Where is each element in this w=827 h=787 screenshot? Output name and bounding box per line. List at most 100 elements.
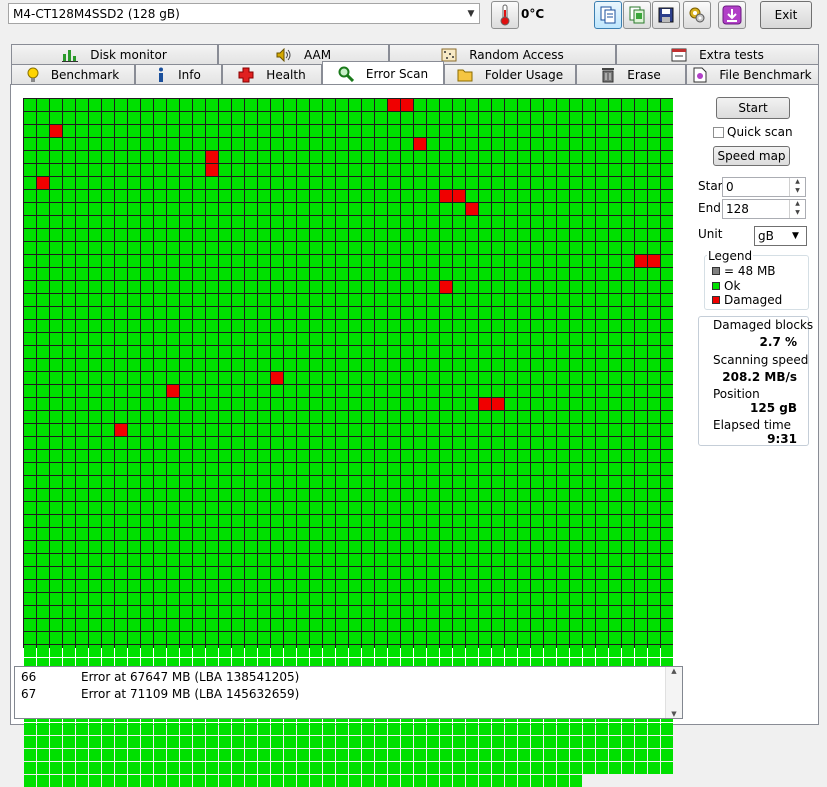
- ok-block: [401, 580, 413, 592]
- ok-block: [258, 203, 270, 215]
- ok-block: [284, 775, 296, 787]
- tab-error-scan[interactable]: Error Scan: [322, 61, 444, 85]
- spin-up-icon[interactable]: ▲: [790, 200, 805, 209]
- ok-block: [154, 775, 166, 787]
- ok-block: [258, 242, 270, 254]
- ok-block: [336, 268, 348, 280]
- ok-block: [271, 281, 283, 293]
- ok-block: [557, 177, 569, 189]
- tab-disk-monitor[interactable]: Disk monitor: [11, 44, 218, 64]
- ok-block: [193, 398, 205, 410]
- ok-block: [401, 294, 413, 306]
- log-row[interactable]: 66 Error at 67647 MB (LBA 138541205): [21, 670, 299, 686]
- ok-block: [323, 307, 335, 319]
- start-scan-button[interactable]: Start: [716, 97, 790, 119]
- ok-block: [310, 567, 322, 579]
- end-spinner[interactable]: ▲ ▼: [789, 200, 805, 218]
- ok-block: [648, 554, 660, 566]
- ok-block: [401, 359, 413, 371]
- ok-block: [128, 346, 140, 358]
- ok-block: [362, 749, 374, 761]
- chevron-down-icon[interactable]: ▼: [792, 231, 806, 241]
- download-button[interactable]: [718, 1, 746, 29]
- ok-block: [297, 307, 309, 319]
- spin-up-icon[interactable]: ▲: [790, 178, 805, 187]
- drive-select[interactable]: M4-CT128M4SSD2 (128 gB) ▼: [8, 3, 480, 24]
- speed-map-button[interactable]: Speed map: [713, 146, 790, 166]
- ok-block: [128, 528, 140, 540]
- quick-scan-checkbox[interactable]: Quick scan: [713, 125, 793, 139]
- tab-folder-usage[interactable]: Folder Usage: [444, 64, 576, 84]
- ok-block: [388, 489, 400, 501]
- end-field[interactable]: 128 ▲ ▼: [722, 199, 806, 219]
- ok-block: [518, 151, 530, 163]
- ok-block: [154, 450, 166, 462]
- ok-block: [635, 112, 647, 124]
- ok-block: [505, 138, 517, 150]
- ok-block: [102, 762, 114, 774]
- options-button[interactable]: [683, 1, 711, 29]
- scroll-up-icon[interactable]: ▲: [666, 667, 682, 675]
- ok-block: [76, 476, 88, 488]
- ok-block: [310, 294, 322, 306]
- ok-block: [128, 125, 140, 137]
- ok-block: [258, 424, 270, 436]
- ok-block: [375, 411, 387, 423]
- ok-block: [167, 554, 179, 566]
- ok-block: [89, 320, 101, 332]
- tab-file-benchmark[interactable]: File Benchmark: [686, 64, 819, 84]
- tab-health[interactable]: Health: [222, 64, 322, 84]
- end-field-value: 128: [726, 202, 749, 216]
- ok-block: [271, 489, 283, 501]
- unit-select[interactable]: gB ▼: [754, 226, 807, 246]
- ok-block: [89, 229, 101, 241]
- ok-block: [622, 580, 634, 592]
- ok-block: [661, 749, 673, 761]
- ok-block: [427, 242, 439, 254]
- ok-block: [401, 450, 413, 462]
- ok-block: [453, 554, 465, 566]
- spin-down-icon[interactable]: ▼: [790, 209, 805, 218]
- log-row[interactable]: 67 Error at 71109 MB (LBA 145632659): [21, 687, 299, 703]
- start-field[interactable]: 0 ▲ ▼: [722, 177, 806, 197]
- copy-image-button[interactable]: [623, 1, 651, 29]
- start-spinner[interactable]: ▲ ▼: [789, 178, 805, 196]
- log-scrollbar[interactable]: ▲ ▼: [665, 667, 682, 718]
- ok-block: [427, 736, 439, 748]
- ok-block: [609, 281, 621, 293]
- ok-block: [167, 580, 179, 592]
- ok-block: [76, 307, 88, 319]
- tab-erase[interactable]: Erase: [576, 64, 686, 84]
- ok-block: [271, 645, 283, 657]
- ok-block: [635, 489, 647, 501]
- ok-block: [362, 554, 374, 566]
- error-log-list[interactable]: 66 Error at 67647 MB (LBA 138541205) 67 …: [14, 666, 683, 719]
- ok-block: [297, 190, 309, 202]
- spin-down-icon[interactable]: ▼: [790, 187, 805, 196]
- save-button[interactable]: [652, 1, 680, 29]
- ok-block: [544, 775, 556, 787]
- ok-block: [596, 307, 608, 319]
- ok-block: [570, 775, 582, 787]
- tab-benchmark[interactable]: Benchmark: [11, 64, 135, 84]
- ok-block: [154, 268, 166, 280]
- ok-block: [518, 268, 530, 280]
- checkbox-box[interactable]: [713, 126, 724, 138]
- ok-block: [557, 333, 569, 345]
- ok-block: [479, 333, 491, 345]
- scroll-down-icon[interactable]: ▼: [666, 710, 682, 718]
- exit-button[interactable]: Exit: [760, 1, 812, 29]
- ok-block: [271, 203, 283, 215]
- temperature-button[interactable]: [491, 1, 519, 29]
- ok-block: [206, 255, 218, 267]
- copy-text-button[interactable]: [594, 1, 622, 29]
- ok-block: [401, 229, 413, 241]
- ok-block: [453, 463, 465, 475]
- ok-block: [453, 580, 465, 592]
- ok-block: [544, 242, 556, 254]
- chevron-down-icon[interactable]: ▼: [463, 9, 479, 19]
- ok-block: [531, 632, 543, 644]
- tab-info[interactable]: Info: [135, 64, 222, 84]
- ok-block: [115, 567, 127, 579]
- tab-extra-tests[interactable]: Extra tests: [616, 44, 819, 64]
